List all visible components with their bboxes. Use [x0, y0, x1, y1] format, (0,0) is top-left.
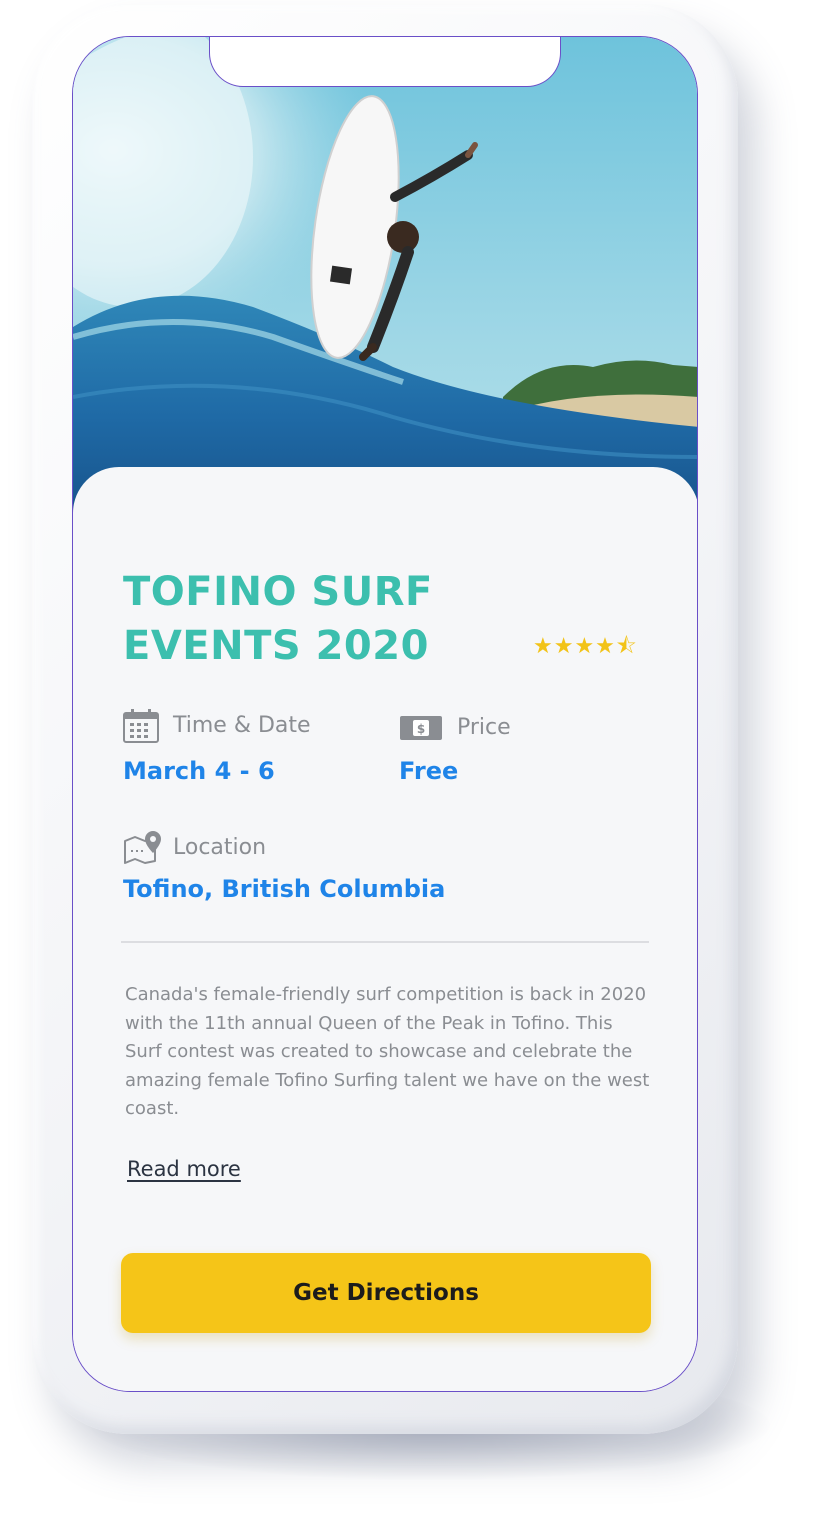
time-date-value: March 4 - 6 [123, 757, 275, 785]
location-value: Tofino, British Columbia [123, 875, 446, 903]
hero-image [73, 37, 697, 537]
map-pin-icon [124, 831, 161, 864]
read-more-link[interactable]: Read more [127, 1157, 241, 1181]
location-label: Location [173, 835, 267, 860]
calendar-icon [123, 709, 159, 743]
event-description: Canada's female-friendly surf competitio… [125, 984, 650, 1119]
svg-text:$: $ [417, 722, 425, 736]
app-screen: TOFINO SURF EVENTS 2020 ★★★★⯪ Time & Dat… [72, 36, 698, 1392]
surfer-photo [73, 37, 697, 537]
phone-notch [209, 37, 561, 87]
price-label: Price [457, 715, 511, 740]
section-divider [121, 941, 649, 943]
get-directions-button[interactable]: Get Directions [121, 1253, 651, 1333]
price-value: Free [399, 757, 459, 785]
device-mockup: TOFINO SURF EVENTS 2020 ★★★★⯪ Time & Dat… [0, 0, 838, 1536]
time-date-label: Time & Date [173, 713, 311, 738]
event-card: TOFINO SURF EVENTS 2020 ★★★★⯪ Time & Dat… [73, 467, 697, 1391]
rating-stars: ★★★★⯪ [533, 634, 638, 659]
event-title: TOFINO SURF EVENTS 2020 [123, 569, 433, 669]
money-icon: $ [400, 716, 442, 740]
